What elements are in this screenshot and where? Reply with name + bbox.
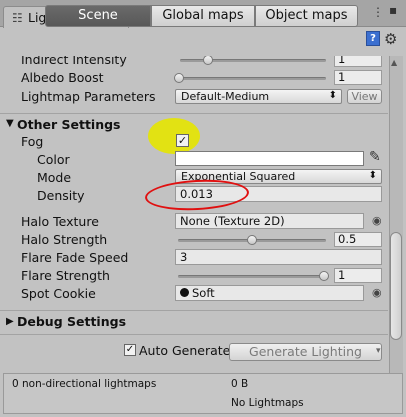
indirect-intensity-slider[interactable]: [180, 59, 326, 62]
fog-checkbox[interactable]: ✓: [176, 134, 189, 147]
debug-settings-header[interactable]: Debug Settings: [17, 314, 126, 329]
object-picker-icon[interactable]: ◉: [372, 214, 382, 227]
spot-cookie-field[interactable]: Soft: [175, 285, 364, 301]
flare-strength-slider[interactable]: [178, 275, 326, 278]
tab-global-maps[interactable]: Global maps: [151, 5, 255, 27]
help-icon[interactable]: ?: [366, 31, 380, 46]
lightmap-parameters-value: Default-Medium: [181, 90, 270, 103]
lightmap-status: No Lightmaps: [231, 397, 304, 409]
settings-panel: Indirect Intensity 1 Albedo Boost 1 Ligh…: [0, 56, 388, 374]
lightmap-size: 0 B: [231, 378, 249, 390]
albedo-boost-field[interactable]: 1: [334, 70, 382, 85]
albedo-boost-label: Albedo Boost: [21, 70, 104, 85]
eyedropper-icon[interactable]: ✎: [369, 149, 381, 165]
halo-strength-thumb[interactable]: [247, 235, 257, 245]
foldout-open-icon[interactable]: ▼: [6, 118, 14, 129]
lightmap-parameters-label: Lightmap Parameters: [21, 89, 156, 104]
flare-strength-field[interactable]: 1: [334, 268, 382, 283]
flare-fade-speed-field[interactable]: 3: [175, 249, 382, 265]
lightmap-count: 0 non-directional lightmaps: [12, 378, 157, 390]
flare-strength-thumb[interactable]: [319, 271, 329, 281]
halo-texture-field[interactable]: None (Texture 2D): [175, 213, 364, 229]
chevron-updown-icon: ⬍: [368, 170, 377, 181]
flare-strength-label: Flare Strength: [21, 268, 110, 283]
menu-icon[interactable]: ⋮: [372, 5, 384, 19]
flare-fade-speed-label: Flare Fade Speed: [21, 250, 129, 265]
close-icon[interactable]: ▪: [389, 3, 397, 17]
divider: [0, 113, 388, 114]
lightmap-parameters-dropdown[interactable]: Default-Medium ⬍: [175, 89, 342, 104]
chevron-updown-icon: ⬍: [328, 90, 337, 101]
lightmap-info-panel: 0 non-directional lightmaps 0 B No Light…: [3, 373, 403, 414]
view-button[interactable]: View: [347, 89, 382, 104]
tab-object-maps[interactable]: Object maps: [255, 5, 358, 27]
spot-cookie-label: Spot Cookie: [21, 286, 96, 301]
albedo-boost-thumb[interactable]: [174, 73, 184, 83]
scrollbar-thumb[interactable]: [390, 232, 402, 340]
spot-cookie-value: Soft: [192, 286, 215, 300]
density-label: Density: [37, 188, 85, 203]
texture-icon: [180, 288, 189, 297]
yellow-highlight-annotation: [148, 118, 200, 154]
generate-lighting-button[interactable]: Generate Lighting: [229, 343, 382, 361]
divider: [0, 310, 388, 311]
auto-generate-label: Auto Generate: [139, 343, 231, 358]
halo-texture-label: Halo Texture: [21, 214, 99, 229]
gear-icon[interactable]: ⚙: [384, 30, 397, 48]
tab-scene[interactable]: Scene: [45, 5, 151, 27]
halo-strength-label: Halo Strength: [21, 232, 108, 247]
indirect-intensity-thumb[interactable]: [203, 56, 213, 65]
mode-label: Mode: [37, 170, 72, 185]
red-circle-annotation: [144, 177, 250, 213]
object-picker-icon[interactable]: ◉: [372, 286, 382, 299]
color-label: Color: [37, 152, 70, 167]
albedo-boost-slider[interactable]: [180, 77, 326, 80]
fog-label: Fog: [21, 134, 44, 149]
generate-lighting-label: Generate Lighting: [249, 344, 362, 359]
scroll-up-icon[interactable]: ▲: [391, 58, 397, 67]
indirect-intensity-label: Indirect Intensity: [21, 56, 127, 67]
divider: [0, 334, 388, 335]
halo-strength-field[interactable]: 0.5: [334, 232, 382, 247]
foldout-closed-icon[interactable]: ▶: [6, 316, 14, 327]
color-swatch[interactable]: [175, 151, 364, 166]
other-settings-header[interactable]: Other Settings: [17, 117, 121, 132]
auto-generate-checkbox[interactable]: ✓: [124, 344, 136, 356]
dropdown-arrow-icon[interactable]: ▾: [376, 346, 381, 356]
lighting-icon: ☷: [12, 11, 23, 25]
indirect-intensity-field[interactable]: 1: [334, 56, 382, 67]
